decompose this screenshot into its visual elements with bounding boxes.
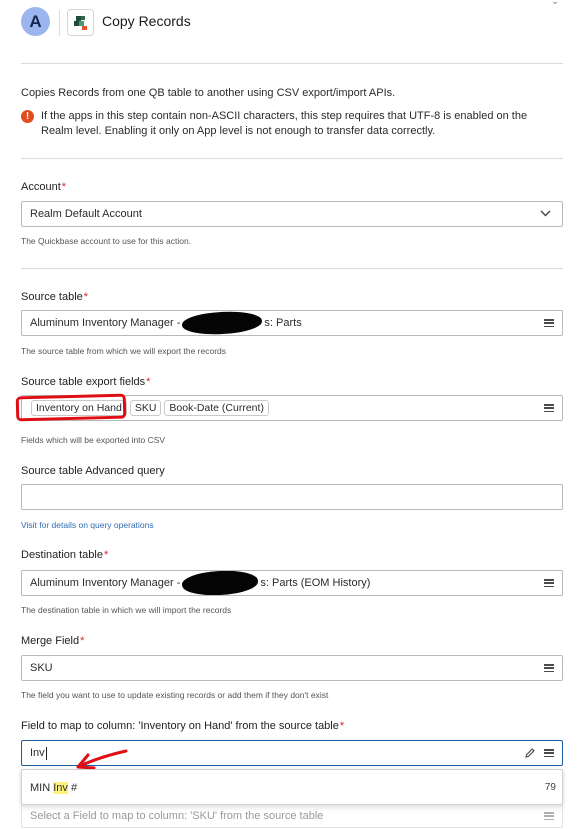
advanced-query-label: Source table Advanced query	[21, 465, 165, 477]
menu-icon[interactable]	[544, 404, 554, 413]
destination-table-hint: The destination table in which we will i…	[21, 605, 232, 615]
menu-icon[interactable]	[544, 812, 554, 821]
header-divider	[59, 10, 60, 36]
source-table-value-end: s: Parts	[264, 317, 302, 329]
step-header: A Copy Records ⌄	[0, 0, 586, 48]
export-fields-hint: Fields which will be exported into CSV	[21, 435, 166, 445]
account-label: Account*	[21, 181, 67, 193]
redaction-mark	[181, 571, 259, 595]
avatar: A	[21, 7, 50, 36]
divider	[21, 158, 563, 159]
dropdown-option[interactable]: MIN Inv # 79	[22, 770, 562, 804]
field-chip[interactable]: SKU	[129, 400, 162, 416]
step-title: Copy Records	[102, 13, 191, 29]
step-description: Copies Records from one QB table to anot…	[21, 87, 396, 99]
field-options-dropdown: MIN Inv # 79	[21, 769, 563, 805]
pencil-icon[interactable]	[524, 747, 536, 759]
option-field-id: 79	[544, 782, 556, 793]
menu-icon[interactable]	[544, 664, 554, 673]
merge-field-select[interactable]: SKU	[21, 655, 563, 681]
quickbase-app-icon	[67, 9, 94, 36]
search-match-highlight: Inv	[53, 782, 68, 794]
source-table-select[interactable]: Aluminum Inventory Manager - s: Parts	[21, 310, 563, 336]
chevron-down-icon	[540, 210, 551, 217]
merge-field-label: Merge Field*	[21, 635, 85, 647]
advanced-query-input[interactable]	[21, 484, 563, 510]
map-sku-placeholder: Select a Field to map to column: 'SKU' f…	[30, 810, 324, 822]
collapse-chevron-icon[interactable]: ⌄	[551, 0, 559, 7]
source-table-value-start: Aluminum Inventory Manager -	[30, 317, 181, 329]
destination-table-value-start: Aluminum Inventory Manager -	[30, 577, 181, 589]
map-inventory-typed-value: Inv	[30, 747, 45, 759]
field-chip[interactable]: Book-Date (Current)	[164, 400, 269, 416]
export-fields-label: Source table export fields*	[21, 376, 151, 388]
warning-icon: !	[21, 110, 34, 123]
account-hint: The Quickbase account to use for this ac…	[21, 236, 192, 246]
divider	[21, 268, 563, 269]
destination-table-value-end: s: Parts (EOM History)	[260, 577, 371, 589]
option-label: MIN Inv #	[30, 782, 78, 794]
menu-icon[interactable]	[544, 319, 554, 328]
account-value: Realm Default Account	[30, 208, 142, 220]
source-table-label: Source table*	[21, 291, 89, 303]
map-sku-select[interactable]: Select a Field to map to column: 'SKU' f…	[21, 804, 563, 828]
destination-table-label: Destination table*	[21, 549, 109, 561]
destination-table-select[interactable]: Aluminum Inventory Manager - s: Parts (E…	[21, 570, 563, 596]
menu-icon[interactable]	[544, 749, 554, 758]
account-select[interactable]: Realm Default Account	[21, 201, 563, 227]
red-highlight-annotation	[15, 393, 127, 422]
divider	[21, 63, 563, 64]
menu-icon[interactable]	[544, 579, 554, 588]
redaction-mark	[181, 311, 263, 335]
map-inventory-label: Field to map to column: 'Inventory on Ha…	[21, 720, 345, 732]
text-cursor	[45, 746, 47, 760]
merge-field-value: SKU	[30, 662, 53, 674]
source-table-hint: The source table from which we will expo…	[21, 346, 227, 356]
query-docs-link[interactable]: Visit for details on query operations	[21, 520, 154, 530]
merge-field-hint: The field you want to use to update exis…	[21, 690, 329, 700]
utf8-warning: If the apps in this step contain non-ASC…	[41, 110, 528, 137]
